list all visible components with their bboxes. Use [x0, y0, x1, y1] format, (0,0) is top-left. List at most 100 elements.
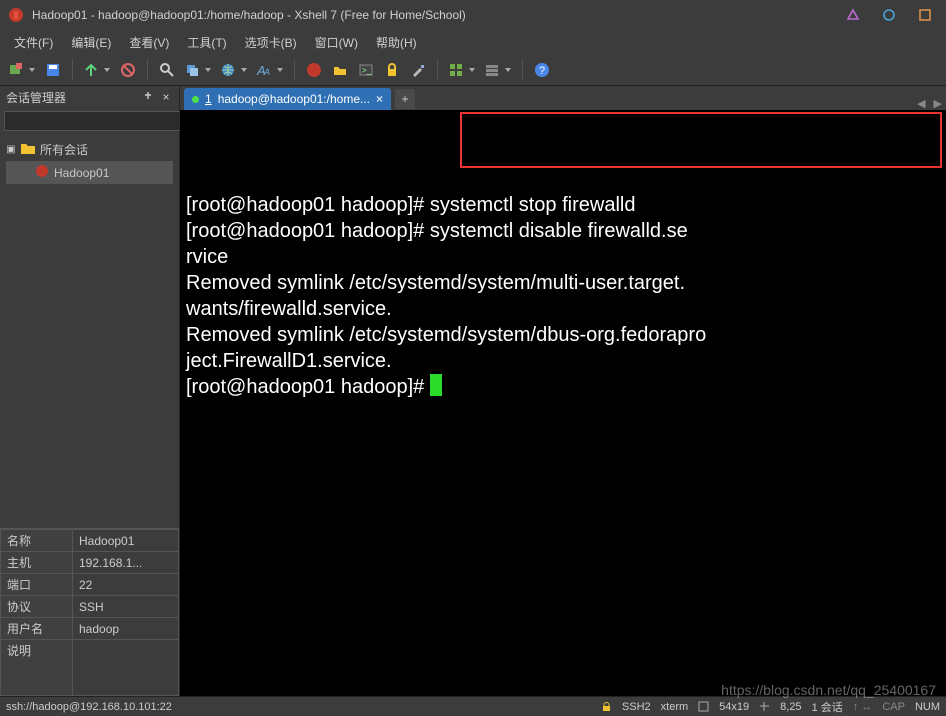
status-protocol: SSH2	[622, 701, 651, 713]
prop-label-desc: 说明	[1, 640, 73, 696]
tab-nav-right[interactable]: ▶	[930, 97, 946, 110]
save-session-button[interactable]	[42, 59, 64, 81]
copy-button[interactable]	[182, 59, 214, 81]
circle-icon[interactable]	[882, 8, 896, 22]
xshell-icon-button[interactable]	[303, 59, 325, 81]
toolbar-separator	[437, 60, 438, 80]
session-search-input[interactable]	[4, 111, 191, 131]
prop-value-desc	[73, 640, 179, 696]
status-size: 54x19	[719, 701, 749, 713]
add-tab-button[interactable]: +	[395, 89, 415, 109]
svg-text:A: A	[263, 67, 270, 77]
prop-value-host: 192.168.1...	[73, 552, 179, 574]
prop-label-protocol: 协议	[1, 596, 73, 618]
new-session-button[interactable]	[6, 59, 38, 81]
search-button[interactable]	[156, 59, 178, 81]
disconnect-button[interactable]	[117, 59, 139, 81]
menu-tab[interactable]: 选项卡(B)	[237, 32, 305, 53]
prop-value-user: hadoop	[73, 618, 179, 640]
arrange-button[interactable]	[482, 59, 514, 81]
tab-nav-left[interactable]: ◀	[913, 97, 929, 110]
tree-twisty-icon[interactable]: ▣	[6, 144, 16, 155]
folder-button[interactable]	[329, 59, 351, 81]
terminal-button[interactable]: >_	[355, 59, 377, 81]
toolbar-separator	[72, 60, 73, 80]
status-term: xterm	[661, 701, 689, 713]
terminal-line: Removed symlink /etc/systemd/system/dbus…	[186, 322, 940, 348]
status-caps: CAP	[882, 701, 905, 713]
menu-tools[interactable]: 工具(T)	[179, 32, 234, 53]
prop-label-host: 主机	[1, 552, 73, 574]
svg-text:?: ?	[539, 65, 545, 77]
globe-button[interactable]	[218, 59, 250, 81]
terminal-line: ject.FirewallD1.service.	[186, 348, 940, 374]
tab-status-icon	[192, 96, 199, 103]
session-item-hadoop01[interactable]: Hadoop01	[6, 161, 173, 184]
pin-icon[interactable]	[141, 90, 155, 104]
session-manager-header: 会话管理器 ×	[0, 86, 179, 108]
connect-button[interactable]	[81, 59, 113, 81]
status-arrows: ↑ ↔	[853, 701, 873, 713]
session-manager-panel: 会话管理器 × ▣ 所有会话 Hadoop01 名称Hadoop01 主机192…	[0, 86, 180, 696]
terminal-line: [root@hadoop01 hadoop]#	[186, 374, 940, 400]
terminal-line: Removed symlink /etc/systemd/system/mult…	[186, 270, 940, 296]
highlight-box	[460, 112, 942, 168]
window-title: Hadoop01 - hadoop@hadoop01:/home/hadoop …	[32, 8, 846, 22]
tab-active[interactable]: 1 hadoop@hadoop01:/home... ×	[184, 88, 391, 110]
terminal-line: [root@hadoop01 hadoop]# systemctl stop f…	[186, 192, 940, 218]
folder-label: 所有会话	[40, 141, 88, 158]
square-icon[interactable]	[918, 8, 932, 22]
session-folder-root[interactable]: ▣ 所有会话	[6, 138, 173, 161]
session-tree: ▣ 所有会话 Hadoop01	[0, 134, 179, 528]
main-area: 会话管理器 × ▣ 所有会话 Hadoop01 名称Hadoop01 主机192…	[0, 86, 946, 696]
tab-close-button[interactable]: ×	[376, 92, 383, 106]
terminal-cursor	[430, 374, 442, 396]
toolbar-separator	[147, 60, 148, 80]
status-sessions: 1 会话	[812, 699, 843, 715]
terminal-line: [root@hadoop01 hadoop]# systemctl disabl…	[186, 218, 940, 244]
layout-button[interactable]	[446, 59, 478, 81]
svg-text:>_: >_	[362, 66, 372, 75]
triangle-icon[interactable]	[846, 8, 860, 22]
prop-label-name: 名称	[1, 530, 73, 552]
terminal-line: rvice	[186, 244, 940, 270]
toolbar: AA >_ ?	[0, 54, 946, 86]
menu-file[interactable]: 文件(F)	[6, 32, 61, 53]
help-button[interactable]: ?	[531, 59, 553, 81]
terminal-line: wants/firewalld.service.	[186, 296, 940, 322]
terminal-output[interactable]: [root@hadoop01 hadoop]# systemctl stop f…	[180, 110, 946, 696]
close-panel-button[interactable]: ×	[159, 90, 173, 104]
status-connection: ssh://hadoop@192.168.10.101:22	[6, 701, 172, 713]
toolbar-separator	[522, 60, 523, 80]
app-logo-icon	[8, 7, 24, 23]
prop-label-port: 端口	[1, 574, 73, 596]
brush-button[interactable]	[407, 59, 429, 81]
tab-label: hadoop@hadoop01:/home...	[218, 92, 370, 106]
status-lock-icon	[601, 701, 612, 712]
status-num: NUM	[915, 701, 940, 713]
session-manager-title: 会话管理器	[6, 89, 66, 106]
status-bar: ssh://hadoop@192.168.10.101:22 SSH2 xter…	[0, 696, 946, 716]
menubar: 文件(F) 编辑(E) 查看(V) 工具(T) 选项卡(B) 窗口(W) 帮助(…	[0, 30, 946, 54]
titlebar: Hadoop01 - hadoop@hadoop01:/home/hadoop …	[0, 0, 946, 30]
session-properties: 名称Hadoop01 主机192.168.1... 端口22 协议SSH 用户名…	[0, 528, 179, 696]
status-position: 8,25	[780, 701, 801, 713]
window-controls	[846, 8, 938, 22]
terminal-panel: 1 hadoop@hadoop01:/home... × + ◀ ▶ [root…	[180, 86, 946, 696]
session-search-row	[0, 108, 179, 134]
menu-window[interactable]: 窗口(W)	[307, 32, 366, 53]
menu-edit[interactable]: 编辑(E)	[63, 32, 119, 53]
session-label: Hadoop01	[54, 166, 109, 180]
prop-label-user: 用户名	[1, 618, 73, 640]
prop-value-protocol: SSH	[73, 596, 179, 618]
menu-view[interactable]: 查看(V)	[121, 32, 177, 53]
tab-strip: 1 hadoop@hadoop01:/home... × + ◀ ▶	[180, 86, 946, 110]
font-button[interactable]: AA	[254, 59, 286, 81]
lock-button[interactable]	[381, 59, 403, 81]
toolbar-separator	[294, 60, 295, 80]
folder-icon	[20, 140, 36, 159]
menu-help[interactable]: 帮助(H)	[368, 32, 425, 53]
status-size-icon	[698, 701, 709, 712]
tab-index: 1	[205, 92, 212, 106]
status-pos-icon	[759, 701, 770, 712]
